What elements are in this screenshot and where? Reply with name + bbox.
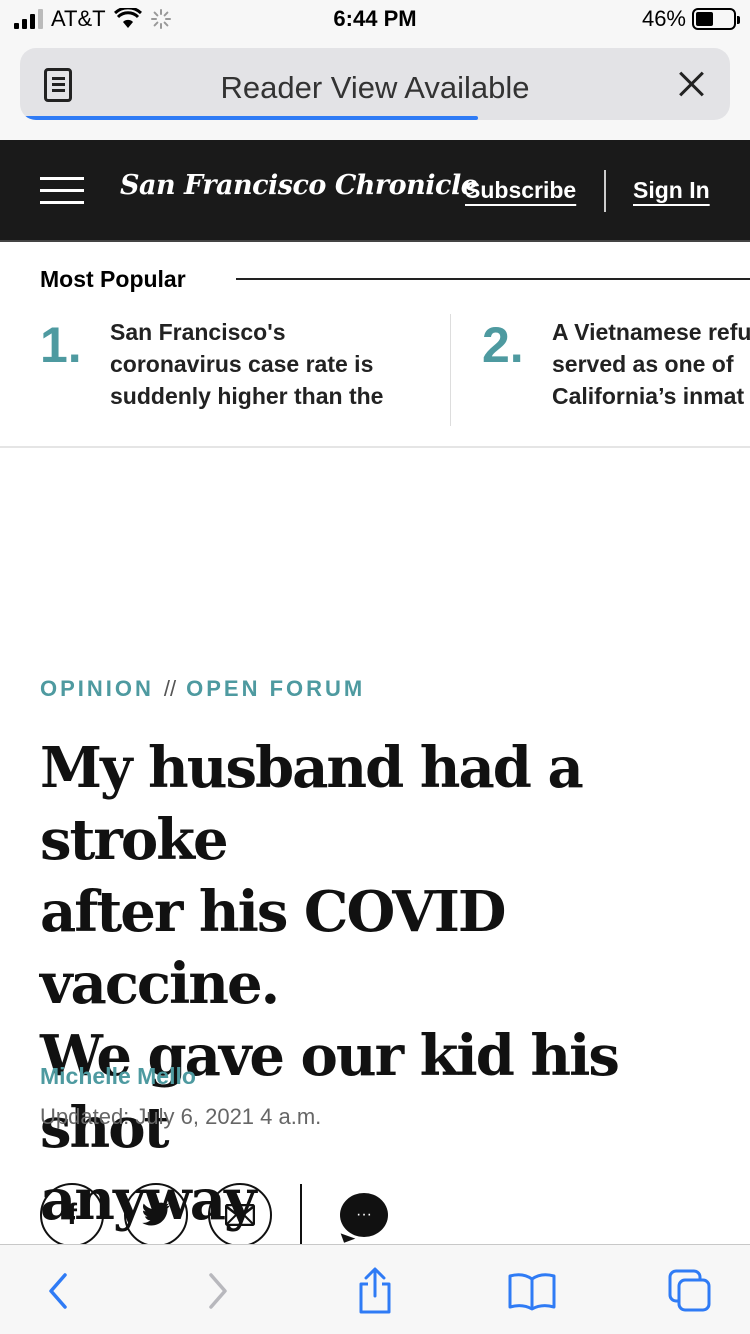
close-icon[interactable] xyxy=(672,64,712,104)
address-bar[interactable]: Reader View Available xyxy=(20,48,730,120)
section-kicker: OPINION // OPEN FORUM xyxy=(40,676,365,702)
popular-rank-2: 2. xyxy=(482,317,524,373)
browser-chrome: Reader View Available xyxy=(0,40,750,140)
email-share-button[interactable] xyxy=(208,1183,272,1247)
site-logo[interactable]: San Francisco Chronicle xyxy=(120,170,478,201)
facebook-icon: f xyxy=(67,1198,77,1231)
battery-percent: 46% xyxy=(641,6,686,31)
most-popular-strip: Most Popular 1. San Francisco's coronavi… xyxy=(0,242,750,448)
page-load-progress xyxy=(24,116,479,120)
bookmarks-icon xyxy=(508,1273,556,1311)
kicker-separator: // xyxy=(163,676,177,701)
author-byline[interactable]: Michelle Mello xyxy=(40,1063,196,1090)
twitter-share-button[interactable] xyxy=(124,1183,188,1247)
browser-toolbar xyxy=(0,1244,750,1334)
mail-icon xyxy=(225,1204,255,1226)
share-divider xyxy=(300,1184,302,1246)
back-button[interactable] xyxy=(28,1261,88,1321)
forward-button[interactable] xyxy=(188,1261,248,1321)
popular-story-1-line: suddenly higher than the xyxy=(110,383,384,409)
site-header: San Francisco Chronicle Subscribe Sign I… xyxy=(0,140,750,242)
article-headline: My husband had a stroke after his COVID … xyxy=(40,732,720,1236)
reader-view-banner[interactable]: Reader View Available xyxy=(20,70,730,106)
headline-line: after his COVID vaccine. xyxy=(40,879,506,1017)
popular-story-1[interactable]: San Francisco's coronavirus case rate is… xyxy=(110,316,383,412)
facebook-share-button[interactable]: f xyxy=(40,1183,104,1247)
clock: 6:44 PM xyxy=(333,6,417,31)
forward-icon xyxy=(209,1273,227,1309)
subscribe-link[interactable]: Subscribe xyxy=(465,177,576,204)
updated-timestamp: Updated: July 6, 2021 4 a.m. xyxy=(40,1104,322,1129)
popular-story-2-line: A Vietnamese refu xyxy=(552,319,750,345)
share-icon xyxy=(359,1267,391,1314)
battery-icon xyxy=(692,8,740,30)
section-link[interactable]: OPINION xyxy=(40,676,154,701)
comment-icon: ··· xyxy=(356,1206,372,1223)
header-divider xyxy=(604,170,606,212)
section-rule xyxy=(236,278,750,280)
tabs-button[interactable] xyxy=(660,1261,720,1321)
back-icon xyxy=(49,1273,67,1309)
popular-story-2-line: served as one of xyxy=(552,351,734,377)
popular-story-1-line: San Francisco's xyxy=(110,319,286,345)
headline-line: We gave our kid his shot xyxy=(40,1023,620,1161)
most-popular-title: Most Popular xyxy=(40,266,186,292)
bookmarks-button[interactable] xyxy=(502,1261,562,1321)
column-divider xyxy=(450,314,451,426)
twitter-icon xyxy=(142,1202,170,1226)
menu-icon[interactable] xyxy=(40,177,84,205)
share-row: f ··· xyxy=(40,1183,388,1247)
status-right: 46% xyxy=(641,6,740,32)
popular-story-2[interactable]: A Vietnamese refu served as one of Calif… xyxy=(552,316,750,412)
popular-rank-1: 1. xyxy=(40,317,82,373)
headline-line: My husband had a stroke xyxy=(40,735,584,873)
share-button[interactable] xyxy=(345,1261,405,1321)
popular-story-1-line: coronavirus case rate is xyxy=(110,351,374,377)
tabs-icon xyxy=(668,1269,711,1312)
popular-story-2-line: California’s inmat xyxy=(552,383,745,409)
subsection-link[interactable]: OPEN FORUM xyxy=(186,676,365,701)
sign-in-link[interactable]: Sign In xyxy=(633,177,710,204)
comments-button[interactable]: ··· xyxy=(340,1193,388,1237)
status-bar: AT&T 6:44 PM 46% xyxy=(0,0,750,40)
